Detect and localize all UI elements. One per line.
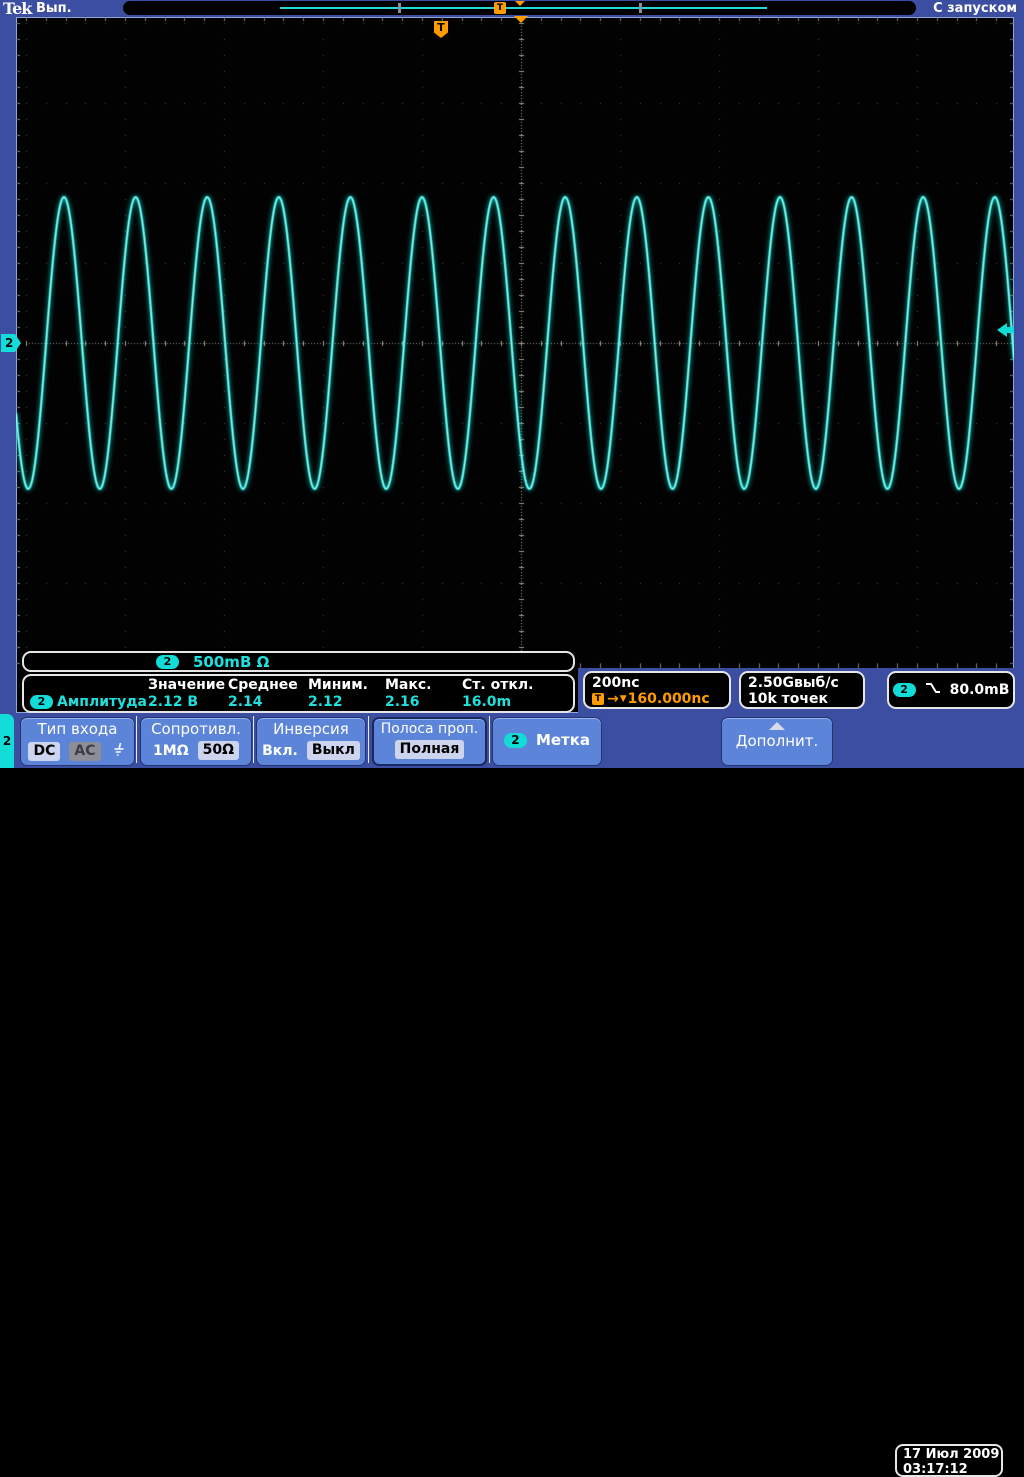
delay-triangle-icon: ▼: [619, 694, 627, 704]
inversion-button[interactable]: Инверсия Вкл. Выкл: [256, 717, 366, 766]
oscilloscope-screen: Tek Вып. T С запуском T 2 2 500mB Ω Знач…: [0, 0, 1024, 1477]
trigger-status: С запуском: [933, 1, 1017, 16]
impedance-button[interactable]: Сопротивл. 1MΩ 50Ω: [140, 717, 252, 766]
expansion-point-marker-icon: [514, 16, 528, 23]
left-bezel-strip: [0, 17, 16, 713]
label-button[interactable]: 2 Метка: [492, 717, 602, 766]
trigger-delay-readout: T → ▼ 160.000nc: [592, 691, 722, 707]
col-value: Значение: [148, 677, 226, 693]
datetime-box: 17 Июл 2009 03:17:12: [895, 1444, 1003, 1477]
label-channel-badge: 2: [503, 732, 527, 748]
inversion-label: Инверсия: [273, 720, 349, 738]
col-stddev: Ст. откл.: [462, 677, 534, 693]
col-mean: Среднее: [228, 677, 298, 693]
time-per-div: 200nc: [592, 675, 640, 691]
more-button-text: Дополнит.: [735, 732, 819, 750]
impedance-1mohm-option[interactable]: 1MΩ: [153, 743, 189, 759]
acquisition-status: Вып.: [36, 1, 72, 16]
menu-separator: [136, 716, 137, 763]
impedance-label: Сопротивл.: [151, 720, 241, 738]
measurement-value-row: 2 Амплитуда 2.12 В 2.14 2.12 2.16 16.0m: [24, 694, 573, 711]
window-bracket-left: [398, 3, 401, 13]
trigger-readout-box: 2 80.0mB: [887, 671, 1015, 709]
bandwidth-label: Полоса проп.: [380, 721, 479, 737]
bandwidth-button[interactable]: Полоса проп. Полная: [372, 717, 487, 766]
measurement-value: 2.12 В: [148, 694, 199, 710]
bottom-menu-bar: 2 Тип входа DC AC Сопротивл. 1MΩ 50Ω Инв…: [0, 713, 1024, 1477]
trigger-level-arrow-icon: [997, 322, 1014, 341]
measurement-name: Амплитуда: [57, 694, 148, 710]
trigger-delay-icon: T: [592, 693, 604, 705]
more-triangle-icon: [769, 722, 785, 730]
measurement-channel-badge: 2: [30, 695, 53, 709]
measurement-min: 2.12: [308, 694, 343, 710]
input-type-button[interactable]: Тип входа DC AC: [20, 717, 135, 766]
measurement-header-row: Значение Среднее Миним. Макс. Ст. откл.: [24, 677, 573, 694]
right-bezel-strip: [1014, 17, 1024, 713]
tek-logo: Tek: [3, 0, 32, 18]
bandwidth-full-option[interactable]: Полная: [394, 740, 465, 759]
coupling-ac-option[interactable]: AC: [69, 742, 101, 761]
date-text: 17 Июл 2009: [903, 1447, 1000, 1462]
falling-edge-icon: [925, 681, 941, 699]
menu-separator: [368, 716, 369, 763]
menu-channel-tab: 2: [0, 714, 14, 768]
top-status-bar: Tek Вып. T С запуском: [0, 0, 1024, 18]
expansion-point-icon: [515, 1, 525, 6]
menu-separator: [489, 716, 490, 763]
channel2-badge: 2: [156, 654, 179, 669]
horizontal-readout-box: 200nc T → ▼ 160.000nc: [583, 671, 731, 709]
measurement-stddev: 16.0m: [462, 694, 512, 710]
input-type-label: Тип входа: [37, 720, 118, 738]
measurement-max: 2.16: [385, 694, 420, 710]
inversion-off-option[interactable]: Выкл: [306, 741, 360, 760]
trigger-delay-value: 160.000nc: [627, 691, 710, 707]
graticule-canvas: [16, 17, 1014, 668]
inversion-on-option[interactable]: Вкл.: [262, 743, 298, 759]
more-button[interactable]: Дополнит.: [721, 717, 833, 766]
window-bracket-right: [639, 3, 642, 13]
measurement-mean: 2.14: [228, 694, 263, 710]
col-max: Макс.: [385, 677, 432, 693]
label-button-text: Метка: [535, 731, 591, 749]
acquisition-readout-box: 2.50Gвыб/с 10k точек: [739, 671, 865, 709]
coupling-dc-option[interactable]: DC: [28, 742, 61, 761]
trigger-level-value: 80.0mB: [949, 682, 1010, 698]
record-length: 10k точек: [748, 691, 829, 707]
channel2-scale-bar[interactable]: 2 500mB Ω: [22, 651, 575, 672]
channel2-scale-readout: 500mB Ω: [193, 652, 270, 671]
record-waveform-line: [280, 7, 767, 9]
menu-separator: [253, 716, 254, 763]
measurement-table: Значение Среднее Миним. Макс. Ст. откл. …: [22, 674, 575, 713]
sample-rate: 2.50Gвыб/с: [748, 675, 839, 691]
col-min: Миним.: [308, 677, 368, 693]
delay-arrow-icon: →: [607, 691, 619, 707]
trigger-source-badge: 2: [892, 683, 916, 697]
impedance-50ohm-option[interactable]: 50Ω: [197, 741, 239, 760]
record-view-bar: T: [123, 1, 916, 15]
trigger-position-icon: T: [494, 2, 506, 14]
ground-icon[interactable]: [110, 741, 127, 762]
time-text: 03:17:12: [903, 1462, 968, 1477]
